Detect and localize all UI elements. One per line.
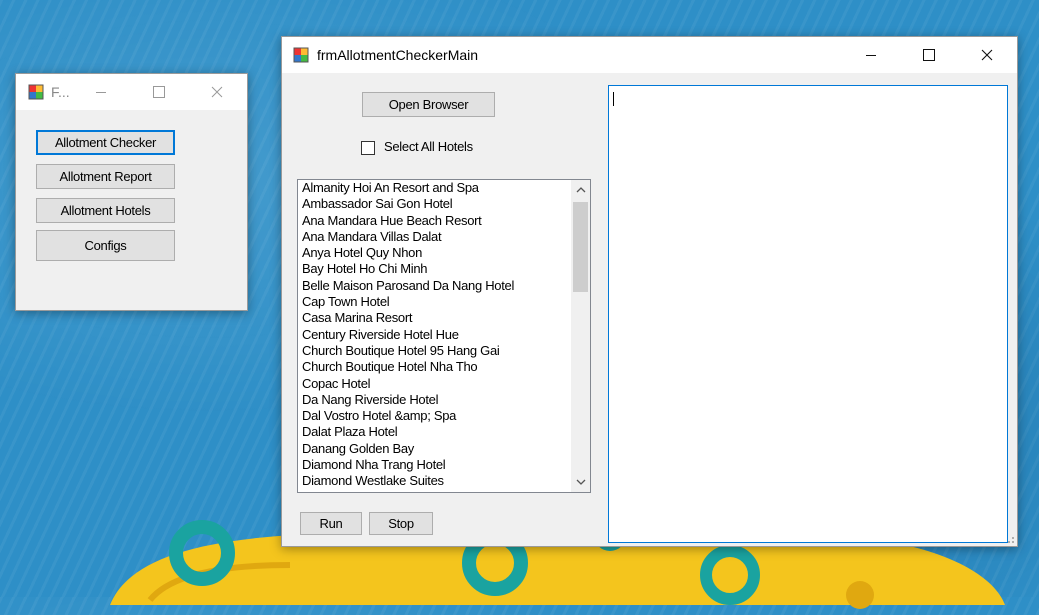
hotel-list-item[interactable]: Belle Maison Parosand Da Nang Hotel bbox=[298, 278, 590, 294]
hotel-list-item[interactable]: Anya Hotel Quy Nhon bbox=[298, 245, 590, 261]
hotel-list-scrollbar[interactable] bbox=[571, 180, 590, 492]
main-titlebar[interactable]: frmAllotmentCheckerMain bbox=[282, 37, 1017, 73]
scrollbar-thumb[interactable] bbox=[573, 202, 588, 292]
main-title: frmAllotmentCheckerMain bbox=[317, 47, 479, 63]
scroll-down-arrow[interactable] bbox=[571, 472, 590, 492]
maximize-button[interactable] bbox=[906, 37, 952, 73]
launcher-title: F... bbox=[51, 84, 70, 100]
hotel-list-item[interactable]: Ana Mandara Villas Dalat bbox=[298, 229, 590, 245]
maximize-button[interactable] bbox=[136, 74, 182, 110]
app-icon bbox=[293, 47, 309, 63]
maximize-icon bbox=[923, 49, 935, 61]
minimize-button[interactable] bbox=[78, 74, 124, 110]
close-icon bbox=[211, 86, 223, 98]
hotel-list-item[interactable]: Dal Vostro Hotel &amp; Spa bbox=[298, 408, 590, 424]
hotel-list-item[interactable]: Ambassador Sai Gon Hotel bbox=[298, 196, 590, 212]
stop-button[interactable]: Stop bbox=[369, 512, 433, 535]
hotel-list-item[interactable]: Church Boutique Hotel Nha Tho bbox=[298, 359, 590, 375]
hotel-list-item[interactable]: Da Nang Riverside Hotel bbox=[298, 392, 590, 408]
close-icon bbox=[981, 49, 993, 61]
resize-grip-icon[interactable] bbox=[1005, 534, 1015, 544]
minimize-icon bbox=[866, 55, 876, 56]
run-button[interactable]: Run bbox=[300, 512, 362, 535]
hotel-list-item[interactable]: Danang Golden Bay bbox=[298, 441, 590, 457]
close-button[interactable] bbox=[194, 74, 240, 110]
app-icon bbox=[28, 84, 44, 100]
chevron-up-icon bbox=[576, 187, 585, 193]
select-all-label[interactable]: Select All Hotels bbox=[384, 139, 473, 154]
text-caret bbox=[613, 91, 614, 106]
hotel-list-item[interactable]: Century Riverside Hotel Hue bbox=[298, 327, 590, 343]
configs-button[interactable]: Configs bbox=[36, 230, 175, 261]
launcher-titlebar[interactable]: F... bbox=[16, 74, 247, 110]
maximize-icon bbox=[153, 86, 165, 98]
hotel-list-item[interactable]: Church Boutique Hotel 95 Hang Gai bbox=[298, 343, 590, 359]
launcher-window: F... Allotment Checker Allotment Report … bbox=[15, 73, 248, 311]
hotel-list-item[interactable]: Dalat Plaza Hotel bbox=[298, 424, 590, 440]
minimize-button[interactable] bbox=[848, 37, 894, 73]
scroll-up-arrow[interactable] bbox=[571, 180, 590, 200]
hotel-list-item[interactable]: Bay Hotel Ho Chi Minh bbox=[298, 261, 590, 277]
hotel-list-item[interactable]: Copac Hotel bbox=[298, 376, 590, 392]
allotment-hotels-button[interactable]: Allotment Hotels bbox=[36, 198, 175, 223]
hotel-list-item[interactable]: Cap Town Hotel bbox=[298, 294, 590, 310]
hotel-list-item[interactable]: Casa Marina Resort bbox=[298, 310, 590, 326]
hotel-list-item[interactable]: Ana Mandara Hue Beach Resort bbox=[298, 213, 590, 229]
chevron-down-icon bbox=[576, 479, 585, 485]
allotment-report-button[interactable]: Allotment Report bbox=[36, 164, 175, 189]
allotment-checker-button[interactable]: Allotment Checker bbox=[36, 130, 175, 155]
close-button[interactable] bbox=[964, 37, 1010, 73]
open-browser-button[interactable]: Open Browser bbox=[362, 92, 495, 117]
minimize-icon bbox=[96, 92, 106, 93]
output-textbox[interactable] bbox=[608, 85, 1008, 543]
select-all-checkbox[interactable] bbox=[361, 141, 375, 155]
hotel-list-item[interactable]: Diamond Westlake Suites bbox=[298, 473, 590, 489]
hotel-list[interactable]: Almanity Hoi An Resort and Spa Ambassador… bbox=[297, 179, 591, 493]
hotel-list-item[interactable]: Almanity Hoi An Resort and Spa bbox=[298, 180, 590, 196]
hotel-list-item[interactable]: Diamond Nha Trang Hotel bbox=[298, 457, 590, 473]
main-window: frmAllotmentCheckerMain Open Browser Sel… bbox=[281, 36, 1018, 547]
